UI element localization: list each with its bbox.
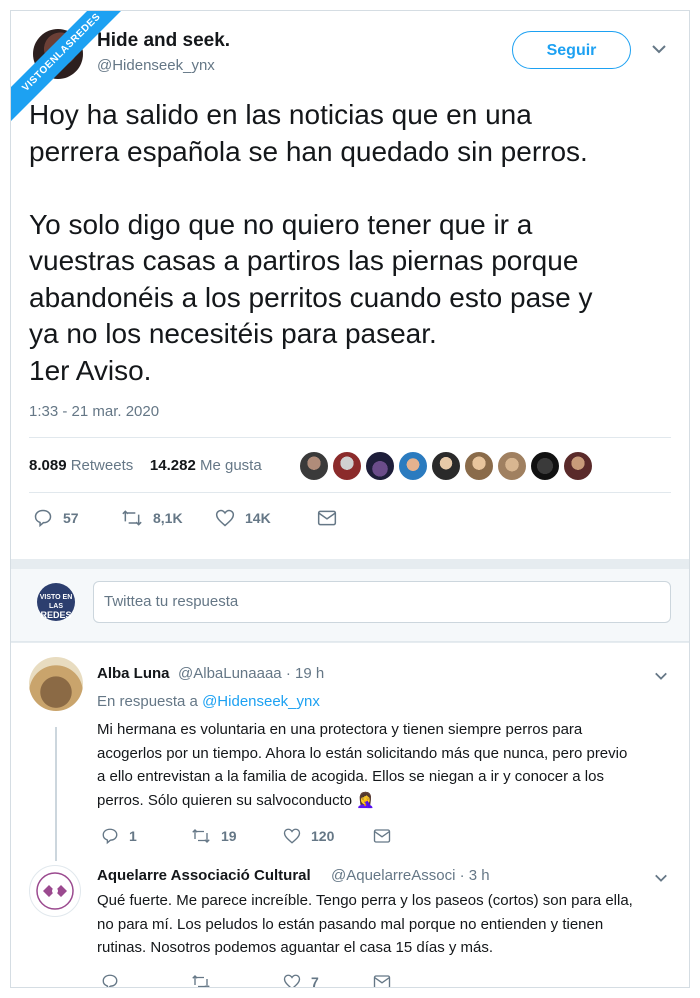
tweet-timestamp[interactable]: 1:33 - 21 mar. 2020 [29, 403, 159, 420]
retweet-icon [192, 975, 210, 987]
reply-text: Qué fuerte. Me parece increíble. Tengo p… [97, 892, 633, 956]
retweet-action[interactable]: 19 [191, 825, 237, 847]
liker-avatar[interactable] [431, 451, 461, 481]
retweets-count[interactable]: 8.089 [29, 457, 67, 474]
divider [29, 492, 671, 493]
author-name[interactable]: Hide and seek. [97, 30, 230, 52]
reply-author-name[interactable]: Alba Luna [97, 665, 170, 682]
tweet-actions: 57 8,1K 14K [29, 507, 429, 529]
in-reply-handle[interactable]: @Hidenseek_ynx [202, 693, 320, 710]
reply-icon [102, 974, 118, 987]
retweet-icon [192, 829, 210, 843]
in-reply-prefix: En respuesta a [97, 693, 198, 710]
heart-icon [283, 974, 301, 987]
reply-author-avatar[interactable] [29, 865, 81, 917]
thread-line [55, 727, 57, 861]
reply-text: Mi hermana es voluntaria en una protecto… [97, 721, 628, 809]
tweet-screenshot-frame: VISTOENLASREDES Hide and seek. @Hidensee… [10, 10, 690, 988]
chevron-down-icon[interactable] [654, 871, 668, 885]
envelope-icon [373, 829, 391, 843]
avatar-text: VISTO EN LAS [39, 594, 73, 610]
likes-label[interactable]: Me gusta [200, 457, 262, 474]
message-action[interactable] [373, 825, 401, 847]
liker-avatar[interactable] [464, 451, 494, 481]
reply-icon [102, 828, 118, 845]
reply-author-handle[interactable]: @AlbaLunaaaa · 19 h [178, 665, 324, 682]
reply-count: 1 [129, 828, 137, 844]
like-count: 120 [311, 828, 335, 844]
in-reply-to: En respuesta a @Hidenseek_ynx [97, 693, 320, 710]
like-action[interactable]: 120 [283, 825, 334, 847]
like-count: 14K [245, 510, 271, 526]
retweet-count: 19 [221, 828, 237, 844]
chevron-down-icon[interactable] [651, 41, 667, 57]
liker-avatar[interactable] [398, 451, 428, 481]
reply-count: 57 [63, 510, 79, 526]
heart-icon [283, 828, 301, 844]
like-action[interactable]: 14K [215, 507, 271, 529]
reply-action[interactable]: 57 [33, 507, 79, 529]
liker-avatar[interactable] [299, 451, 329, 481]
likes-count[interactable]: 14.282 [150, 457, 196, 474]
replies-list: Alba Luna @AlbaLunaaaa · 19 h En respues… [11, 643, 689, 988]
liker-avatar[interactable] [563, 451, 593, 481]
envelope-icon [317, 510, 337, 526]
reply-author-avatar[interactable] [29, 657, 83, 711]
liker-avatar[interactable] [365, 451, 395, 481]
user-avatar[interactable]: VISTO EN LAS REDES [37, 583, 75, 621]
main-tweet: Hide and seek. @Hidenseek_ynx Seguir Hoy… [11, 11, 689, 559]
heart-icon [215, 509, 235, 527]
reply-action[interactable] [101, 971, 129, 987]
aquelarre-logo-icon [36, 872, 74, 910]
chevron-down-icon[interactable] [654, 669, 668, 683]
reply-action[interactable]: 1 [101, 825, 137, 847]
engagement-stats: 8.089 Retweets 14.282 Me gusta [29, 457, 262, 474]
reply-author-name[interactable]: Aquelarre Associació Cultural [97, 867, 311, 884]
message-action[interactable] [317, 507, 347, 529]
retweet-icon [122, 510, 142, 526]
retweets-label[interactable]: Retweets [71, 457, 134, 474]
liker-avatar[interactable] [497, 451, 527, 481]
retweet-action[interactable]: 8,1K [121, 507, 183, 529]
reply-icon [34, 509, 52, 528]
like-action[interactable]: 7 [283, 971, 319, 988]
avatar-text: REDES [40, 610, 72, 620]
liker-avatar[interactable] [530, 451, 560, 481]
like-count: 7 [311, 974, 319, 988]
author-handle[interactable]: @Hidenseek_ynx [97, 57, 215, 74]
tweet-text: Hoy ha salido en las noticias que en una… [29, 99, 593, 386]
reply-author-handle[interactable]: @AquelarreAssoci · 3 h [331, 867, 490, 884]
message-action[interactable] [373, 971, 401, 987]
retweet-count: 8,1K [153, 510, 183, 526]
liker-avatar[interactable] [332, 451, 362, 481]
divider [29, 437, 671, 438]
reply-input[interactable]: Twittea tu respuesta [93, 581, 671, 623]
reply-composer: VISTO EN LAS REDES Twittea tu respuesta [11, 569, 689, 642]
follow-button[interactable]: Seguir [512, 31, 631, 69]
retweet-action[interactable] [191, 971, 221, 987]
envelope-icon [373, 975, 391, 987]
